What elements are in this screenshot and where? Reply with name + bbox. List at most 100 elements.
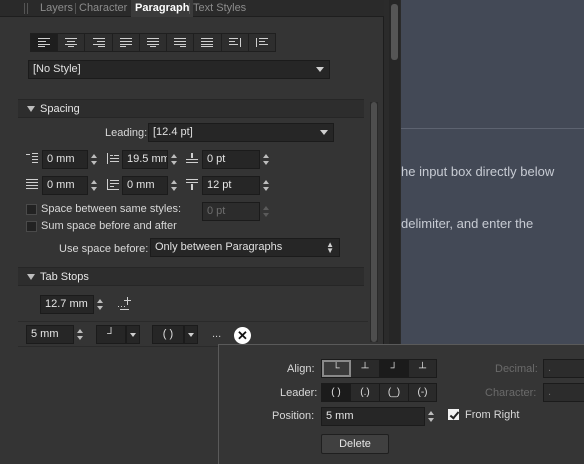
- document-text-line: he input box directly below: [401, 164, 555, 179]
- tab-separator: [189, 3, 190, 14]
- window-scrollbar-thumb[interactable]: [391, 4, 398, 60]
- tab-stop-popover: Align: └ ┴ ┘ ┴ Leader: ( ) (.) (_) (-) P…: [218, 344, 584, 464]
- space-after-field[interactable]: 12 pt: [202, 176, 260, 195]
- space-before-field[interactable]: 0 pt: [202, 150, 260, 169]
- space-before-icon: [186, 153, 198, 165]
- right-indent-field[interactable]: 0 mm: [42, 176, 88, 195]
- tab-align-center-button[interactable]: ┴: [351, 360, 380, 377]
- spacing-section-header[interactable]: Spacing: [18, 99, 364, 118]
- tab-character[interactable]: Character: [79, 0, 127, 17]
- delete-button[interactable]: Delete: [321, 434, 389, 454]
- leading-label: Leading:: [105, 127, 148, 139]
- disclosure-triangle-icon: [27, 274, 35, 280]
- add-tab-stop-icon[interactable]: [118, 297, 134, 311]
- tab-leader-button[interactable]: ( ): [152, 325, 184, 344]
- chevron-down-icon: [320, 130, 328, 135]
- tab-align-right-icon: ┘: [107, 328, 115, 340]
- justify-right-icon: [174, 38, 187, 47]
- align-away-spine-icon: [255, 38, 268, 47]
- leading-value: [12.4 pt]: [153, 126, 193, 138]
- tab-stops-section-header[interactable]: Tab Stops: [18, 267, 364, 286]
- leader-underscore-button[interactable]: (_): [380, 384, 409, 401]
- first-line-indent-stepper[interactable]: [170, 150, 179, 169]
- use-space-before-dropdown[interactable]: Only between Paragraphs ▲ ▼: [150, 238, 340, 257]
- close-icon[interactable]: ✕: [234, 327, 251, 344]
- sum-space-checkbox[interactable]: [26, 221, 37, 232]
- first-line-indent-field[interactable]: 19.5 mm: [122, 150, 168, 169]
- sum-space-label: Sum space before and after: [41, 220, 177, 232]
- align-away-spine-button[interactable]: [249, 34, 275, 51]
- space-between-field[interactable]: 0 pt: [202, 202, 260, 221]
- left-indent-stepper[interactable]: [90, 150, 99, 169]
- tab-stops-section-title: Tab Stops: [40, 271, 89, 283]
- align-center-button[interactable]: [58, 34, 86, 51]
- leader-dash-button[interactable]: (-): [409, 384, 436, 401]
- last-line-indent-field[interactable]: 0 mm: [122, 176, 168, 195]
- leader-none-button[interactable]: ( ): [322, 384, 351, 401]
- tab-more-button[interactable]: ...: [212, 328, 221, 340]
- first-line-indent-icon: [107, 153, 119, 165]
- space-after-icon: [186, 179, 198, 191]
- tab-align-right-button[interactable]: ┘: [380, 360, 409, 377]
- space-after-stepper[interactable]: [262, 176, 271, 195]
- justify-center-icon: [146, 38, 159, 47]
- tab-align-right-icon: ┘: [390, 363, 398, 374]
- panel-scrollbar[interactable]: [370, 102, 378, 342]
- spacing-section-title: Spacing: [40, 103, 80, 115]
- panel-tab-bar: Layers Character Paragraph Text Styles: [0, 0, 384, 17]
- alignment-button-group: [30, 33, 276, 52]
- align-toward-spine-icon: [228, 38, 241, 47]
- tab-align-left-button[interactable]: └: [322, 360, 351, 377]
- default-tab-stepper[interactable]: [96, 295, 105, 314]
- last-line-indent-icon: [107, 179, 119, 191]
- tab-align-center-icon: ┴: [361, 363, 369, 374]
- justify-center-button[interactable]: [140, 34, 168, 51]
- justify-right-button[interactable]: [167, 34, 195, 51]
- last-line-indent-stepper[interactable]: [170, 176, 179, 195]
- align-left-button[interactable]: [31, 34, 59, 51]
- tab-align-button[interactable]: ┘: [96, 325, 126, 344]
- panel-scrollbar-thumb[interactable]: [371, 102, 377, 342]
- space-before-stepper[interactable]: [262, 150, 271, 169]
- justify-left-button[interactable]: [113, 34, 140, 51]
- right-indent-icon: [26, 179, 38, 191]
- align-label: Align:: [287, 363, 315, 375]
- paragraph-style-dropdown[interactable]: [No Style]: [28, 60, 330, 79]
- tab-leader-dropdown[interactable]: [184, 325, 198, 344]
- space-between-stepper[interactable]: [262, 202, 271, 221]
- default-tab-field[interactable]: 12.7 mm: [40, 295, 94, 314]
- tab-position-stepper[interactable]: [76, 325, 85, 344]
- decimal-label: Decimal:: [495, 363, 538, 375]
- use-space-before-label: Use space before:: [59, 243, 149, 255]
- tab-position-input[interactable]: 5 mm: [321, 407, 425, 426]
- tab-align-decimal-icon: ┴: [418, 363, 427, 374]
- panel-grip-handle[interactable]: [24, 3, 28, 14]
- tab-align-decimal-button[interactable]: ┴: [409, 360, 436, 377]
- from-right-checkbox[interactable]: [448, 409, 459, 420]
- align-right-button[interactable]: [85, 34, 113, 51]
- tab-text-styles[interactable]: Text Styles: [193, 0, 246, 17]
- leading-dropdown[interactable]: [12.4 pt]: [148, 123, 334, 142]
- tab-position-input-stepper[interactable]: [427, 407, 436, 426]
- align-toward-spine-button[interactable]: [222, 34, 249, 51]
- justify-all-button[interactable]: [194, 34, 222, 51]
- tab-align-segment: └ ┴ ┘ ┴: [321, 359, 437, 378]
- updown-chevron-icon: ▲ ▼: [326, 240, 334, 255]
- tab-separator: [75, 3, 76, 14]
- leader-dot-button[interactable]: (.): [351, 384, 380, 401]
- tab-layers[interactable]: Layers: [40, 0, 73, 17]
- leader-label: Leader:: [280, 387, 318, 399]
- paragraph-style-value: [No Style]: [33, 63, 81, 75]
- align-center-icon: [65, 38, 78, 47]
- tab-position-field[interactable]: 5 mm: [26, 325, 74, 344]
- tab-align-left-icon: └: [332, 363, 340, 374]
- tab-align-dropdown[interactable]: [126, 325, 140, 344]
- character-field[interactable]: .: [543, 383, 584, 402]
- decimal-field[interactable]: .: [543, 359, 584, 378]
- left-indent-icon: [26, 153, 38, 165]
- left-indent-field[interactable]: 0 mm: [42, 150, 88, 169]
- tab-paragraph[interactable]: Paragraph: [131, 0, 194, 17]
- space-between-same-styles-checkbox[interactable]: [26, 204, 37, 215]
- character-label: Character:: [485, 387, 537, 399]
- right-indent-stepper[interactable]: [90, 176, 99, 195]
